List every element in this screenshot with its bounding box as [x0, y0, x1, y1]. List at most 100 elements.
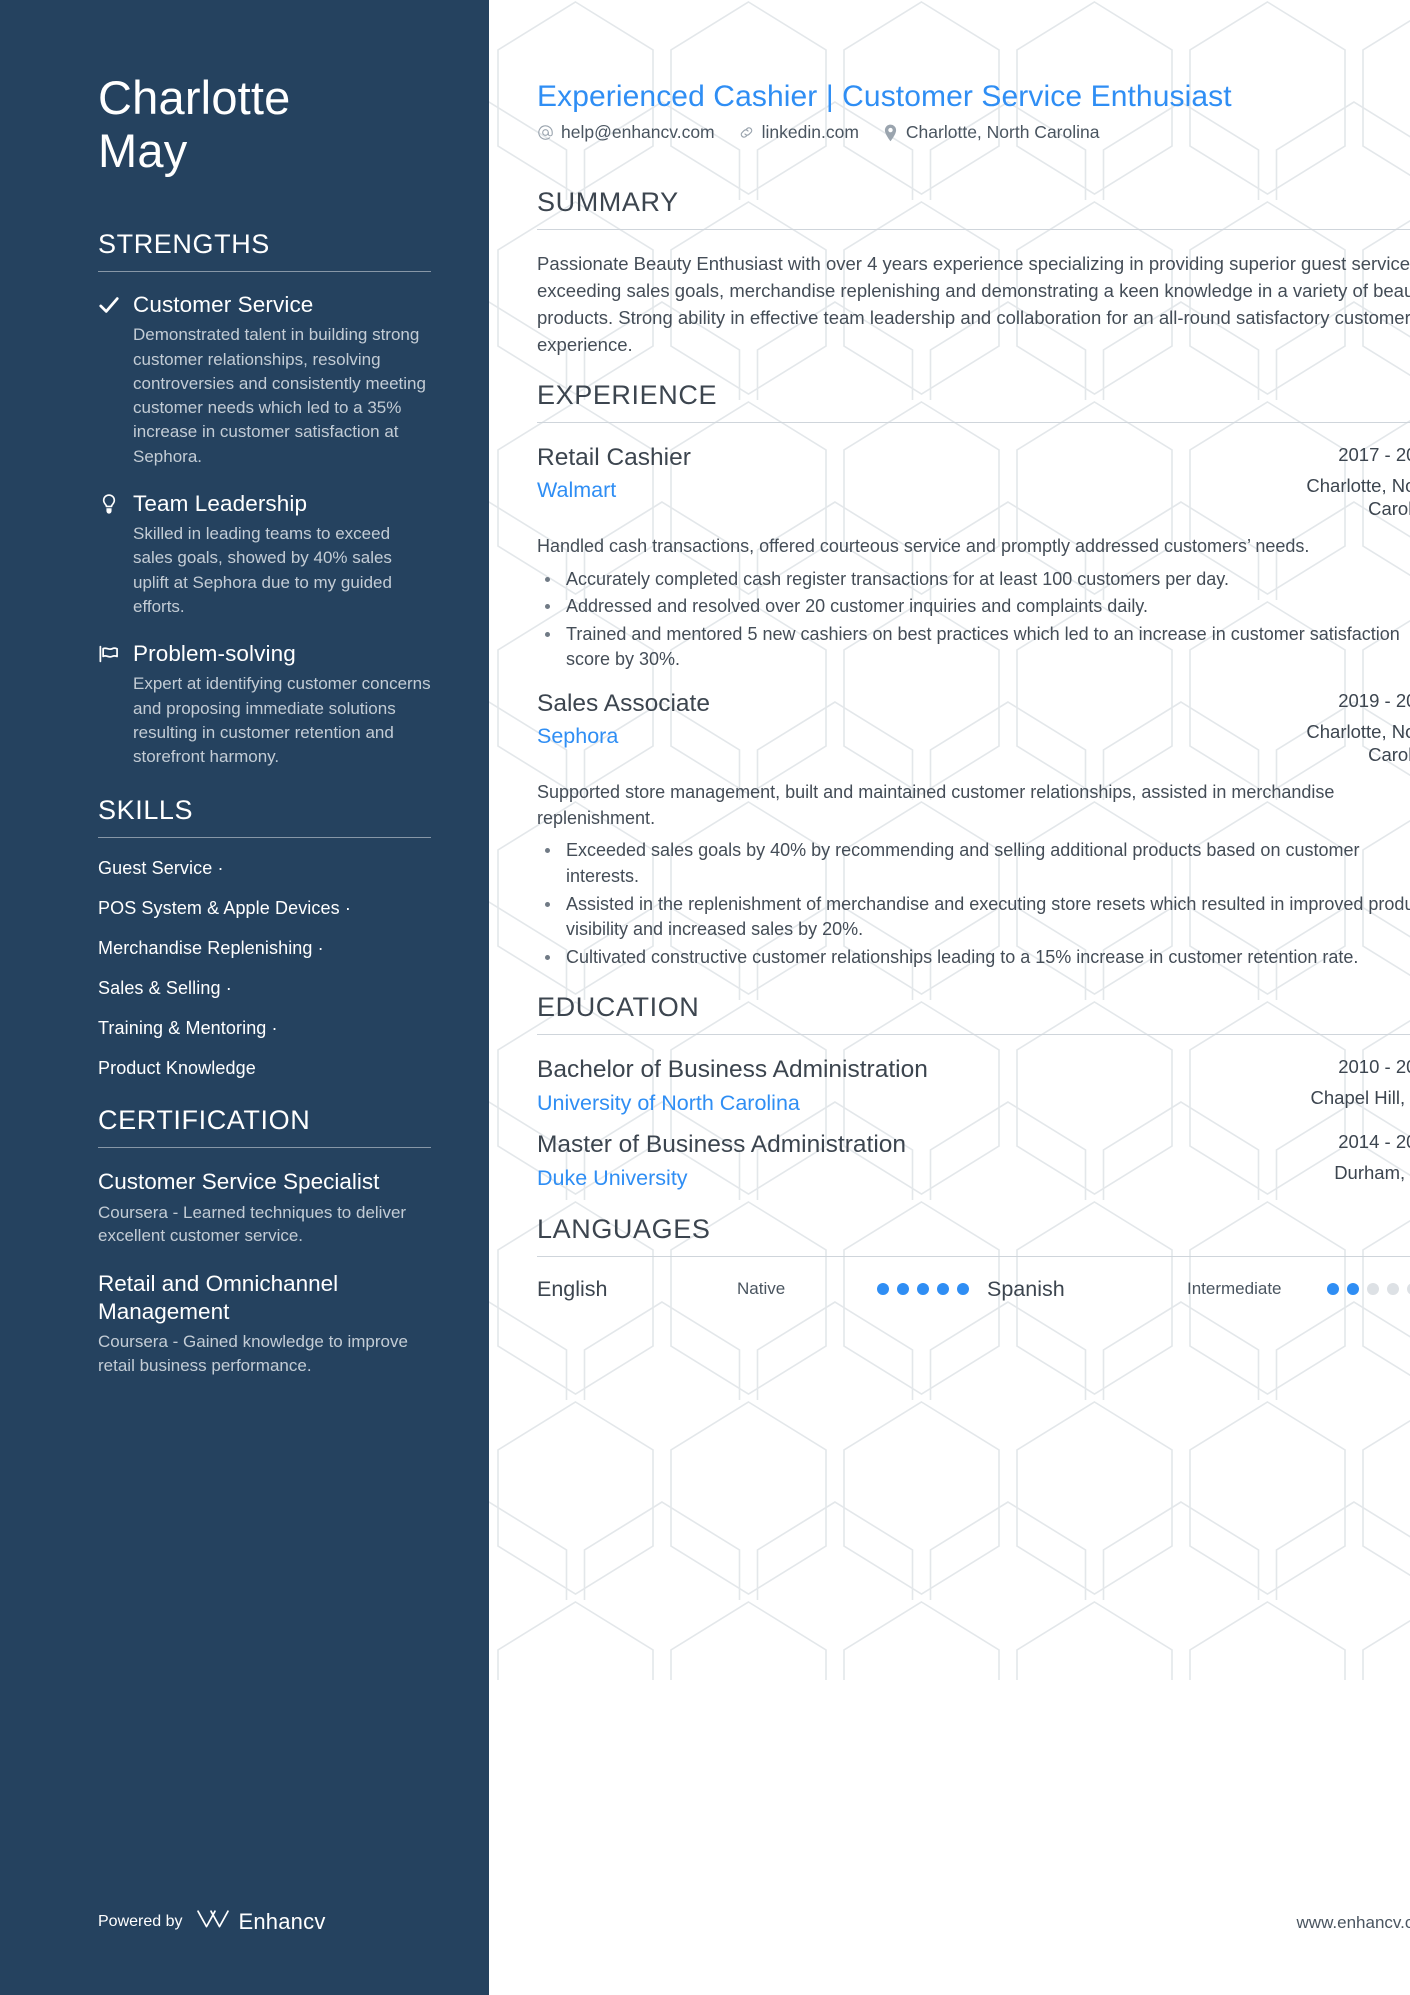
contact-email[interactable]: help@enhancv.com — [537, 122, 715, 143]
contact-location: Charlotte, North Carolina — [882, 122, 1099, 143]
strength-description: Demonstrated talent in building strong c… — [133, 325, 426, 466]
education-entry: Master of Business Administration Duke U… — [537, 1130, 1410, 1191]
summary-section: SUMMARY Passionate Beauty Enthusiast wit… — [537, 187, 1410, 358]
rating-dot-filled — [1347, 1283, 1359, 1296]
section-divider — [537, 422, 1410, 423]
languages-section: LANGUAGES English Native Spanish Interme… — [537, 1214, 1410, 1302]
certification-section: CERTIFICATION Customer Service Specialis… — [98, 1105, 431, 1378]
language-rating-dots — [1327, 1283, 1410, 1296]
section-divider — [98, 837, 431, 839]
language-rating-dots — [877, 1283, 987, 1296]
skill-item: POS System & Apple Devices · — [98, 898, 431, 919]
certification-heading: CERTIFICATION — [98, 1105, 311, 1136]
rating-dot-filled — [957, 1283, 969, 1296]
job-location: Charlotte, North Carolina — [1306, 721, 1410, 766]
skill-separator: · — [317, 938, 324, 959]
section-divider — [537, 1255, 1410, 1257]
job-bullets: Exceeded sales goals by 40% by recommend… — [537, 838, 1410, 970]
company-name[interactable]: Sephora — [537, 723, 1223, 750]
strength-title: Team Leadership — [133, 491, 308, 517]
education-heading: EDUCATION — [537, 992, 700, 1023]
lightbulb-icon — [98, 493, 120, 515]
skill-separator: · — [225, 978, 232, 999]
school-name[interactable]: Duke University — [537, 1165, 1310, 1192]
section-divider — [98, 1147, 431, 1149]
experience-section: EXPERIENCE Retail Cashier Walmart 2017 -… — [537, 380, 1410, 970]
experience-entry-body: Supported store management, built and ma… — [537, 780, 1410, 970]
school-location: Chapel Hill, NC — [1310, 1087, 1410, 1109]
experience-entry-left: Sales Associate Sephora — [537, 689, 1223, 750]
education-entry-right: 2014 - 2016 Durham, NC — [1334, 1130, 1410, 1184]
education-entry: Bachelor of Business Administration Univ… — [537, 1055, 1410, 1116]
experience-entry-right: 2017 - 2019 Charlotte, North Carolina — [1247, 443, 1410, 520]
experience-entry-header: Sales Associate Sephora 2019 - 2021 Char… — [537, 689, 1410, 766]
resume-page: Charlotte May STRENGTHS Customer Service… — [0, 0, 1410, 1995]
rating-dot-empty — [1387, 1283, 1399, 1296]
degree-dates: 2010 - 2014 — [1338, 1056, 1410, 1078]
skill-item: Merchandise Replenishing · — [98, 938, 431, 959]
rating-dot-filled — [937, 1283, 949, 1296]
strengths-heading: STRENGTHS — [98, 229, 270, 260]
job-bullet: Cultivated constructive customer relatio… — [537, 945, 1410, 971]
language-item: English Native — [537, 1277, 987, 1302]
experience-heading: EXPERIENCE — [537, 380, 718, 410]
strengths-section: STRENGTHS Customer Service Demonstrated … — [98, 229, 431, 769]
summary-text: Passionate Beauty Enthusiast with over 4… — [537, 253, 1410, 355]
section-divider — [98, 271, 431, 273]
skills-heading: SKILLS — [98, 795, 194, 826]
strength-item: Customer Service Demonstrated talent in … — [98, 292, 431, 469]
section-divider — [537, 229, 1410, 230]
job-role: Retail Cashier — [537, 444, 691, 471]
strength-header: Team Leadership — [98, 491, 431, 517]
strength-title: Customer Service — [133, 292, 314, 318]
skill-label: Guest Service — [98, 858, 213, 879]
job-dates: 2017 - 2019 — [1338, 444, 1410, 465]
job-role: Sales Associate — [537, 690, 710, 718]
job-location: Charlotte, North Carolina — [1306, 475, 1410, 520]
job-description: Supported store management, built and ma… — [537, 782, 1335, 828]
education-entry-right: 2010 - 2014 Chapel Hill, NC — [1311, 1055, 1410, 1109]
enhancv-infinity-logo-icon — [196, 1908, 230, 1935]
first-name: Charlotte — [98, 71, 291, 124]
education-entry-left: Bachelor of Business Administration Univ… — [537, 1055, 1287, 1116]
strength-header: Customer Service — [98, 292, 431, 318]
contact-linkedin[interactable]: linkedin.com — [738, 122, 859, 143]
skill-item: Product Knowledge — [98, 1058, 431, 1079]
strength-description: Expert at identifying customer concerns … — [133, 674, 431, 767]
experience-entry-header: Retail Cashier Walmart 2017 - 2019 Charl… — [537, 443, 1410, 520]
link-icon — [738, 124, 755, 141]
job-bullet: Trained and mentored 5 new cashiers on b… — [537, 622, 1410, 673]
skill-label: Training & Mentoring — [98, 1018, 267, 1039]
certification-item: Customer Service Specialist Coursera - L… — [98, 1168, 431, 1248]
job-bullet: Assisted in the replenishment of merchan… — [537, 892, 1410, 943]
section-divider — [537, 1034, 1410, 1036]
rating-dot-filled — [917, 1283, 929, 1296]
languages-row: English Native Spanish Intermediate — [537, 1277, 1410, 1302]
degree-dates: 2014 - 2016 — [1338, 1131, 1410, 1153]
language-level: Intermediate — [1187, 1279, 1282, 1299]
school-name[interactable]: University of North Carolina — [537, 1090, 1287, 1117]
site-url: www.enhancv.com — [1296, 1913, 1410, 1932]
rating-dot-filled — [1327, 1283, 1339, 1296]
education-section: EDUCATION Bachelor of Business Administr… — [537, 992, 1410, 1192]
experience-entry: Retail Cashier Walmart 2017 - 2019 Charl… — [537, 443, 1410, 673]
enhancv-logo: Enhancv — [196, 1908, 326, 1935]
main-content: Experienced Cashier | Customer Service E… — [489, 0, 1410, 1995]
rating-dot-empty — [1367, 1283, 1379, 1296]
degree-name: Bachelor of Business Administration — [537, 1056, 928, 1084]
skill-separator: · — [344, 898, 351, 919]
skill-item: Sales & Selling · — [98, 978, 431, 999]
headline: Experienced Cashier | Customer Service E… — [537, 80, 1232, 113]
rating-dot-filled — [897, 1283, 909, 1296]
contact-line: help@enhancv.com linkedin.com Charlotte,… — [537, 122, 1410, 143]
education-entry-left: Master of Business Administration Duke U… — [537, 1130, 1310, 1191]
job-bullet: Addressed and resolved over 20 customer … — [537, 594, 1410, 620]
company-name[interactable]: Walmart — [537, 477, 1223, 504]
check-icon — [98, 294, 120, 316]
skill-item: Training & Mentoring · — [98, 1018, 431, 1039]
strength-item: Team Leadership Skilled in leading teams… — [98, 491, 431, 619]
sidebar: Charlotte May STRENGTHS Customer Service… — [0, 0, 489, 1995]
job-bullets: Accurately completed cash register trans… — [537, 567, 1410, 673]
experience-entry-left: Retail Cashier Walmart — [537, 443, 1223, 504]
rating-dot-filled — [877, 1283, 889, 1296]
